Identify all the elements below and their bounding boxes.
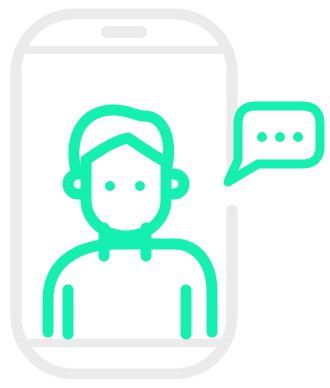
person-right-eye (135, 181, 145, 191)
ellipsis-dot-3 (293, 132, 303, 142)
ellipsis-icon (257, 132, 303, 142)
illustration-canvas (10, 8, 325, 380)
ellipsis-dot-2 (275, 132, 285, 142)
person-icon (42, 104, 218, 340)
speech-bubble-outline (223, 101, 325, 187)
ellipsis-dot-1 (257, 132, 267, 142)
phone-chat-illustration (0, 0, 330, 388)
phone-speaker-slot (101, 26, 147, 38)
speech-bubble-icon (223, 101, 325, 187)
person-face (80, 132, 172, 242)
person-left-eye (105, 181, 115, 191)
